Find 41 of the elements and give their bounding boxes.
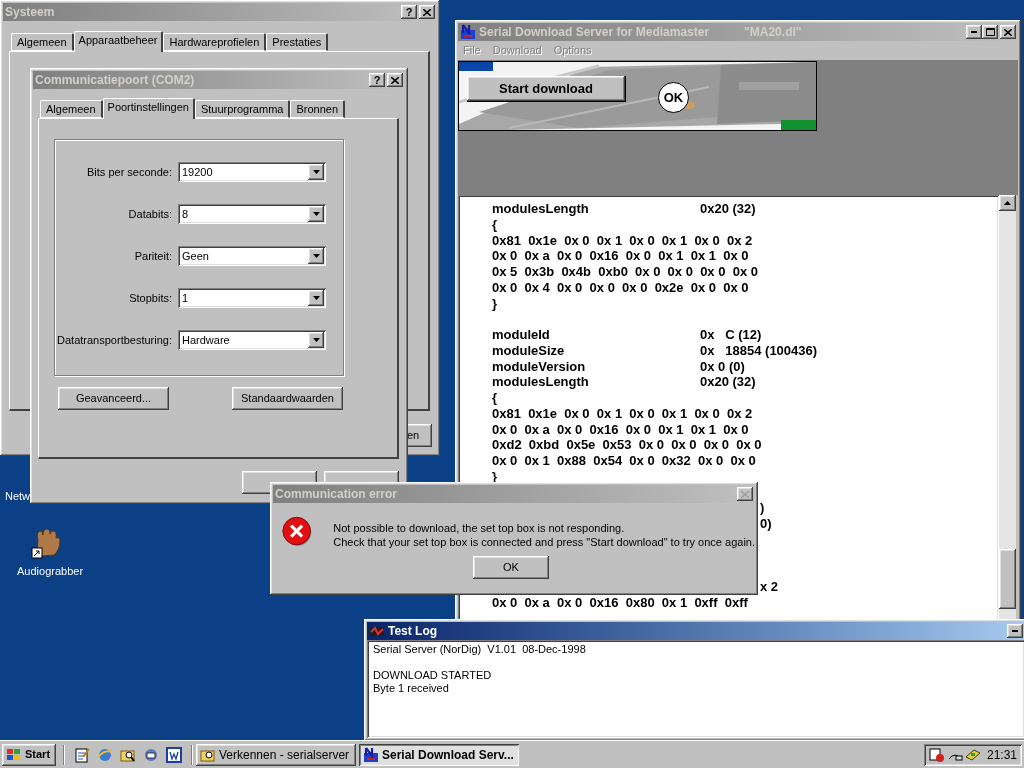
field-label: Datatransportbesturing: <box>57 332 173 348</box>
log-line: } <box>492 295 498 312</box>
window-title: Serial Download Server for Mediamaster <box>479 24 710 41</box>
log-line: { <box>492 216 498 233</box>
log-line: 0x 0 0x 4 0x 0 0x 0 0x 0 0x2e 0x 0 0x 0 <box>492 279 749 296</box>
log-line: DOWNLOAD STARTED <box>373 669 492 682</box>
log-line: x 2 <box>760 579 779 595</box>
window-title: Communicatiepoort (COM2) <box>35 72 195 89</box>
log-line: 0x81 0x1e 0x 0 0x 1 0x 0 0x 1 0x 0 0x 2 <box>492 232 753 249</box>
window-title: Test Log <box>388 623 438 640</box>
log-line: Serial Server (NorDig) V1.01 08-Dec-1998 <box>373 643 586 656</box>
log-line: 0x 0 0x a 0x 0 0x16 0x 0 0x 1 0x 1 0x 0 <box>492 248 749 265</box>
log-line: ) <box>760 500 765 517</box>
window-title: Communication error <box>275 486 397 503</box>
error-message: Check that your set top box is connected and press "Start download" to try once again. <box>333 535 755 549</box>
log-line: 0x 0 0x a 0x 0 0x16 0x80 0x 1 0xff 0xff <box>492 594 748 611</box>
clock: 21:31 <box>986 746 1017 764</box>
log-key: moduleId <box>492 327 700 343</box>
log-line: 0) <box>760 516 772 532</box>
log-key: moduleVersion <box>492 358 700 375</box>
log-line: 0x81 0x1e 0x 0 0x 1 0x 0 0x 1 0x 0 0x 2 <box>492 405 753 422</box>
field-label: Stopbits: <box>128 290 173 306</box>
log-value: 0x20 (32) <box>700 374 756 391</box>
log-value: 0x C (12) <box>700 327 762 343</box>
log-key: modulesLength <box>492 201 700 217</box>
log-value: 0x 0 (0) <box>700 358 745 375</box>
log-line: Byte 1 received <box>373 682 449 695</box>
field-label: Pariteit: <box>133 248 173 264</box>
log-value: 0x20 (32) <box>700 201 756 217</box>
log-key: moduleSize <box>492 342 700 359</box>
error-message: Not possible to download, the set top box is not responding. <box>333 521 626 535</box>
log-line: 0x 0 0x 1 0x88 0x54 0x 0 0x32 0x 0 0x 0 <box>492 453 756 469</box>
field-label: Databits: <box>127 206 173 222</box>
log-line: 0x 0 0x a 0x 0 0x16 0x 0 0x 1 0x 1 0x 0 <box>492 421 749 438</box>
log-line: { <box>492 390 498 406</box>
log-value: 0x 18854 (100436) <box>700 342 818 359</box>
log-key: modulesLength <box>492 374 700 391</box>
log-line: 0xd2 0xbd 0x5e 0x53 0x 0 0x 0 0x 0 0x 0 <box>492 437 762 454</box>
field-label: Bits per seconde: <box>86 164 173 180</box>
window-title: Systeem <box>5 4 55 21</box>
log-line: 0x 5 0x3b 0x4b 0xb0 0x 0 0x 0 0x 0 0x 0 <box>492 264 758 280</box>
